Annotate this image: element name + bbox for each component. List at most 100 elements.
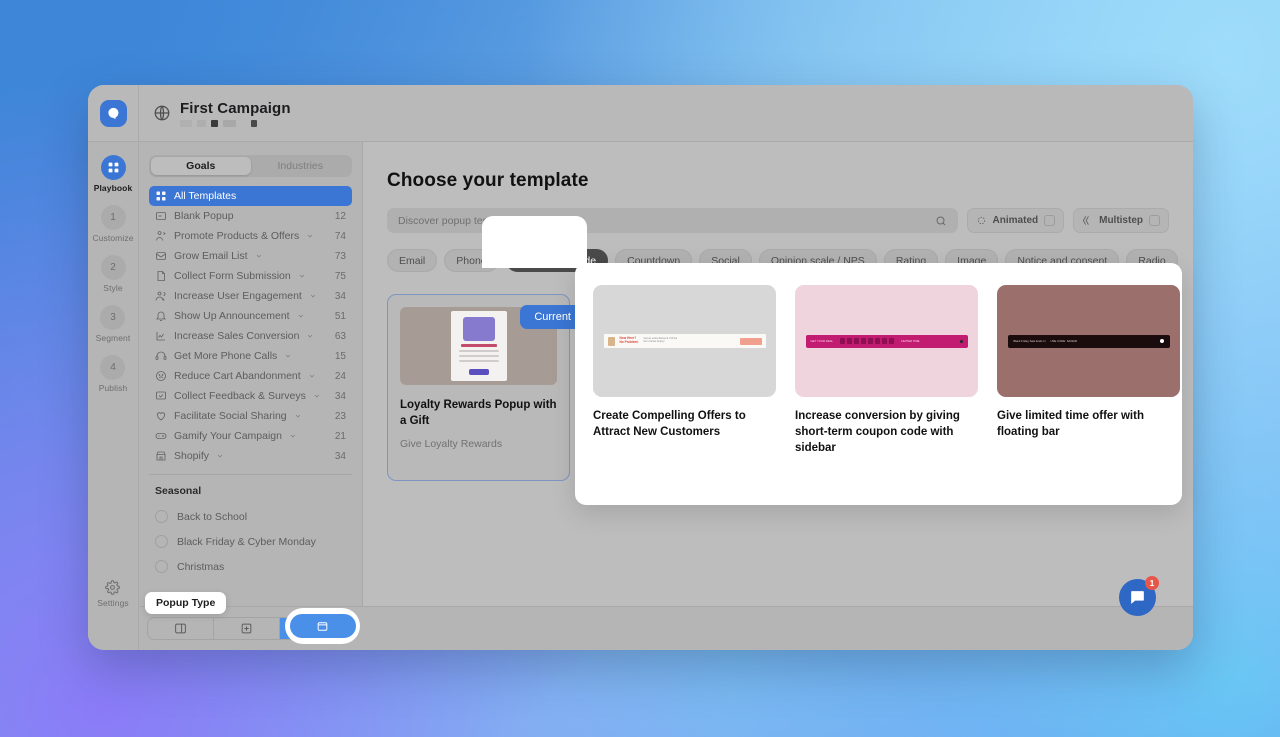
megaphone-person-icon: [156, 231, 166, 241]
template-card[interactable]: Black Friday Sale Ends In USE CODE: SAVE…: [997, 285, 1180, 505]
tab-industries[interactable]: Industries: [251, 157, 351, 175]
rail-label-playbook: Playbook: [93, 183, 133, 193]
sidebar-item-show-up-announcement[interactable]: Show Up Announcement 51: [149, 306, 352, 326]
checkbox-square-icon: [156, 391, 166, 400]
sidebar-item-collect-form-submission[interactable]: Collect Form Submission 75: [149, 266, 352, 286]
chevron-down-icon[interactable]: [294, 412, 302, 420]
template-card-current[interactable]: Current Loyalty Rewards Popup with a Gif…: [387, 294, 585, 481]
form-icon: [157, 271, 165, 281]
toggle-multistep[interactable]: Multistep: [1073, 208, 1169, 233]
category-label: Get More Phone Calls: [174, 350, 278, 362]
thumbnail-preview: Now Here? No Problem! Get an extra discou…: [603, 334, 766, 348]
category-label: Shopify: [174, 450, 210, 462]
chevron-down-icon[interactable]: [313, 392, 321, 400]
globe-icon: [154, 105, 170, 121]
category-label: Promote Products & Offers: [174, 230, 300, 242]
category-label: Collect Feedback & Surveys: [174, 390, 306, 402]
circle-icon: [155, 510, 168, 523]
seasonal-heading: Seasonal: [155, 485, 202, 497]
search-icon[interactable]: [935, 215, 947, 227]
sad-face-icon: [156, 371, 166, 381]
sidebar-item-black-friday[interactable]: Black Friday & Cyber Monday: [139, 529, 362, 554]
category-count: 73: [334, 250, 346, 262]
sidebar-item-christmas[interactable]: Christmas: [139, 554, 362, 579]
header-main: First Campaign: [139, 100, 291, 127]
sidebar-item-reduce-cart-abandonment[interactable]: Reduce Cart Abandonment 24: [149, 366, 352, 386]
category-count: 24: [334, 370, 346, 382]
header-meta-placeholder: [180, 119, 291, 127]
brand-logo-icon[interactable]: [99, 99, 127, 127]
sidebar-item-increase-user-engagement[interactable]: Increase User Engagement 34: [149, 286, 352, 306]
chevron-down-icon[interactable]: [306, 232, 314, 240]
chip-email[interactable]: Email: [387, 249, 438, 272]
template-title: Create Compelling Offers to Attract New …: [593, 410, 746, 438]
search-placeholder: Discover popup templates: [398, 214, 520, 227]
sidebar-item-facilitate-social-sharing[interactable]: Facilitate Social Sharing 23: [149, 406, 352, 426]
category-label: Show Up Announcement: [174, 310, 290, 322]
chevron-down-icon[interactable]: [308, 372, 316, 380]
toggle-animated[interactable]: Animated: [966, 208, 1065, 233]
template-card[interactable]: GET YOUR DEAL LIMITED TIME Increase conv…: [795, 285, 978, 505]
sidebar-item-blank-popup[interactable]: Blank Popup 12: [149, 206, 352, 226]
template-card[interactable]: Now Here? No Problem! Get an extra discou…: [593, 285, 776, 505]
toggle-label: Animated: [992, 215, 1039, 226]
gear-icon: [105, 580, 121, 595]
checkbox[interactable]: [1149, 215, 1160, 226]
sidebar-item-all-templates[interactable]: All Templates: [149, 186, 352, 206]
popup-type-sidebar-button[interactable]: [148, 618, 214, 639]
chevron-down-icon[interactable]: [289, 432, 297, 440]
chevron-down-icon[interactable]: [309, 292, 317, 300]
category-list: All Templates Blank Popup 12 Promote Pro…: [139, 186, 362, 466]
seasonal-label: Christmas: [177, 560, 225, 573]
tooltip-popup-type: Popup Type: [145, 592, 227, 614]
chevron-down-icon[interactable]: [306, 332, 314, 340]
rail-item-customize[interactable]: 1 Customize: [92, 205, 133, 243]
category-label: Increase Sales Conversion: [174, 330, 300, 342]
category-count: 63: [334, 330, 346, 342]
fullscreen-layout-icon: [241, 623, 252, 634]
chat-unread-badge: 1: [1145, 576, 1159, 590]
rail-item-playbook[interactable]: Playbook: [94, 155, 133, 193]
template-title: Give limited time offer with floating ba…: [997, 410, 1144, 438]
search-input[interactable]: Discover popup templates: [387, 208, 958, 233]
rail-item-segment[interactable]: 3 Segment: [96, 305, 131, 343]
rail-item-style[interactable]: 2 Style: [100, 255, 126, 293]
rail-item-settings[interactable]: Settings: [97, 580, 129, 608]
sidebar-item-gamify-your-campaign[interactable]: Gamify Your Campaign 21: [149, 426, 352, 446]
sidebar-item-collect-feedback-surveys[interactable]: Collect Feedback & Surveys 34: [149, 386, 352, 406]
rail-step-number: 4: [100, 355, 126, 380]
template-title: Loyalty Rewards Popup with a Gift: [400, 399, 557, 427]
chevron-down-icon[interactable]: [284, 352, 292, 360]
chevron-down-icon[interactable]: [297, 312, 305, 320]
category-label: Reduce Cart Abandonment: [174, 370, 301, 382]
template-thumbnail: GET YOUR DEAL LIMITED TIME: [795, 285, 978, 397]
sidebar-item-increase-sales-conversion[interactable]: Increase Sales Conversion 63: [149, 326, 352, 346]
main-heading: Choose your template: [387, 170, 589, 191]
rail-label-settings: Settings: [97, 598, 129, 608]
category-label: Collect Form Submission: [174, 270, 291, 282]
chat-widget-button[interactable]: 1: [1119, 576, 1159, 616]
multistep-icon: [1083, 216, 1089, 225]
chevron-down-icon[interactable]: [216, 452, 224, 460]
tab-goals[interactable]: Goals: [151, 157, 251, 175]
rail-label-style: Style: [103, 283, 123, 293]
chevron-down-icon[interactable]: [298, 272, 306, 280]
template-thumbnail: Black Friday Sale Ends In USE CODE: SAVE…: [997, 285, 1180, 397]
checkbox[interactable]: [1044, 215, 1056, 226]
popup-type-fullscreen-button[interactable]: [214, 618, 280, 639]
heart-icon: [157, 412, 165, 421]
rail-item-publish[interactable]: 4 Publish: [99, 355, 128, 393]
rail-label-publish: Publish: [98, 383, 128, 393]
sidebar-item-get-more-phone-calls[interactable]: Get More Phone Calls 15: [149, 346, 352, 366]
sidebar-item-promote-products-offers[interactable]: Promote Products & Offers 74: [149, 226, 352, 246]
chevron-down-icon[interactable]: [255, 252, 263, 260]
game-controller-icon: [155, 433, 167, 439]
spotlight-popup-type-button[interactable]: [285, 608, 360, 644]
category-label: Gamify Your Campaign: [174, 430, 282, 442]
sidebar-item-back-to-school[interactable]: Back to School: [139, 504, 362, 529]
category-count: 23: [334, 410, 346, 422]
sidebar-item-grow-email-list[interactable]: Grow Email List 73: [149, 246, 352, 266]
rail-step-number: 1: [100, 205, 126, 230]
sidebar-item-shopify[interactable]: Shopify 34: [149, 446, 352, 466]
category-label: Increase User Engagement: [174, 290, 302, 302]
